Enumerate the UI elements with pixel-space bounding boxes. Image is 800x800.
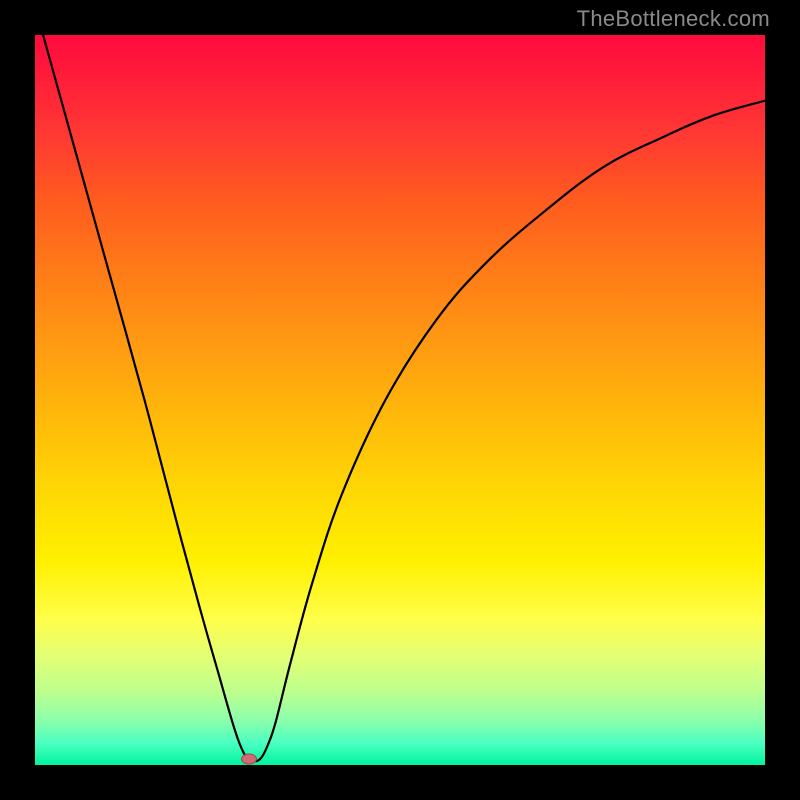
watermark-text: TheBottleneck.com xyxy=(577,6,770,32)
bottleneck-curve xyxy=(35,6,765,762)
curve-svg xyxy=(35,35,765,765)
chart-container: TheBottleneck.com xyxy=(0,0,800,800)
optimum-marker xyxy=(241,754,257,765)
plot-area xyxy=(35,35,765,765)
